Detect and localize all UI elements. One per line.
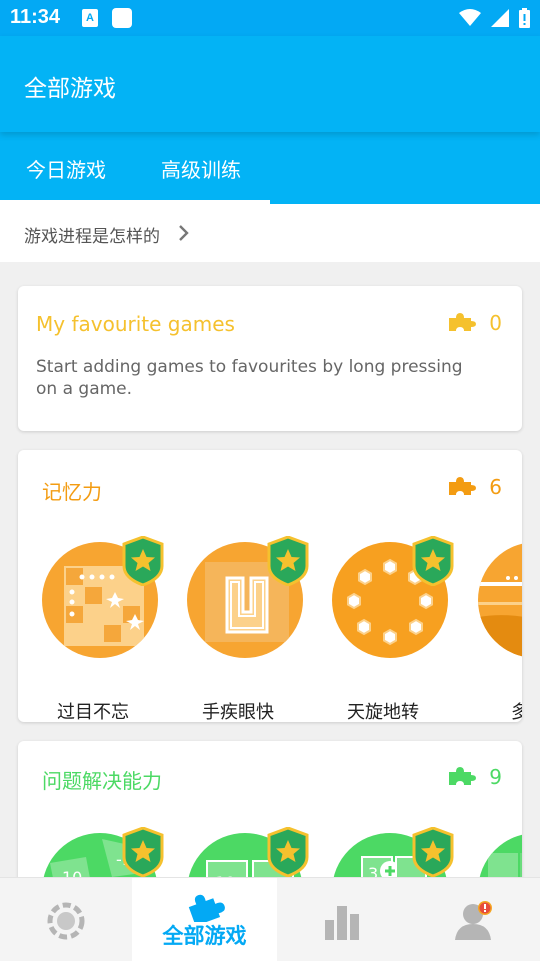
game-label: 手疾眼快 bbox=[202, 702, 274, 722]
tab-bar: 今日游戏 高级训练 bbox=[0, 132, 540, 204]
landscape-game-icon bbox=[478, 542, 522, 658]
nav-all-games[interactable]: 全部游戏 bbox=[132, 878, 277, 961]
problem-section-title: 问题解决能力 bbox=[42, 769, 162, 793]
status-time: 11:34 bbox=[10, 6, 61, 28]
tab-indicator bbox=[0, 200, 270, 204]
game-progress-label: 游戏进程是怎样的 bbox=[24, 227, 160, 247]
problem-count-value: 9 bbox=[489, 765, 502, 789]
memory-section-count: 6 bbox=[447, 475, 502, 499]
puzzle-icon bbox=[449, 767, 477, 785]
wifi-icon bbox=[459, 9, 481, 26]
game-label: 多地 bbox=[511, 702, 522, 722]
profile-icon bbox=[455, 901, 492, 940]
stats-icon bbox=[325, 906, 359, 940]
nav-daily[interactable] bbox=[0, 878, 135, 961]
star-badge-icon bbox=[122, 536, 164, 586]
favourites-count-value: 0 bbox=[489, 311, 502, 335]
memory-section-title: 记忆力 bbox=[42, 480, 102, 504]
favourites-card: My favourite games 0 Start adding games … bbox=[18, 286, 522, 431]
nav-all-games-label: 全部游戏 bbox=[162, 924, 247, 948]
status-icons bbox=[459, 8, 530, 28]
signal-icon bbox=[491, 9, 509, 27]
memory-card: 记忆力 6 过目不忘 手疾眼快 天旋地转 多 bbox=[18, 450, 522, 722]
puzzle-icon bbox=[449, 313, 477, 331]
problem-section-count: 9 bbox=[447, 765, 502, 789]
star-badge-icon bbox=[122, 827, 164, 877]
all-games-icon bbox=[188, 894, 225, 922]
tab-advanced-training[interactable]: 高级训练 bbox=[161, 154, 241, 183]
memory-count-value: 6 bbox=[489, 475, 502, 499]
notification-square-icon bbox=[112, 8, 132, 28]
nav-profile[interactable] bbox=[405, 878, 540, 961]
favourites-description: Start adding games to favourites by long… bbox=[36, 357, 463, 399]
page-title: 全部游戏 bbox=[24, 76, 116, 102]
puzzle-icon bbox=[449, 477, 477, 495]
star-badge-icon bbox=[412, 536, 454, 586]
battery-icon bbox=[519, 8, 530, 28]
tab-today-games[interactable]: 今日游戏 bbox=[26, 154, 106, 183]
game-label: 天旋地转 bbox=[347, 702, 419, 722]
app-bar: 全部游戏 bbox=[0, 36, 540, 132]
star-badge-icon bbox=[412, 827, 454, 877]
favourites-count: 0 bbox=[447, 311, 502, 335]
star-badge-icon bbox=[267, 827, 309, 877]
nav-stats[interactable] bbox=[277, 878, 412, 961]
star-badge-icon bbox=[267, 536, 309, 586]
game-progress-link[interactable]: 游戏进程是怎样的 bbox=[0, 204, 540, 262]
chevron-right-icon bbox=[179, 225, 189, 241]
favourites-title: My favourite games bbox=[36, 312, 235, 336]
notification-a-icon: A bbox=[82, 9, 98, 27]
status-bar: 11:34 A bbox=[0, 0, 540, 36]
game-label: 过目不忘 bbox=[57, 702, 129, 722]
daily-icon bbox=[47, 902, 85, 940]
bottom-navigation: 全部游戏 bbox=[0, 877, 540, 961]
